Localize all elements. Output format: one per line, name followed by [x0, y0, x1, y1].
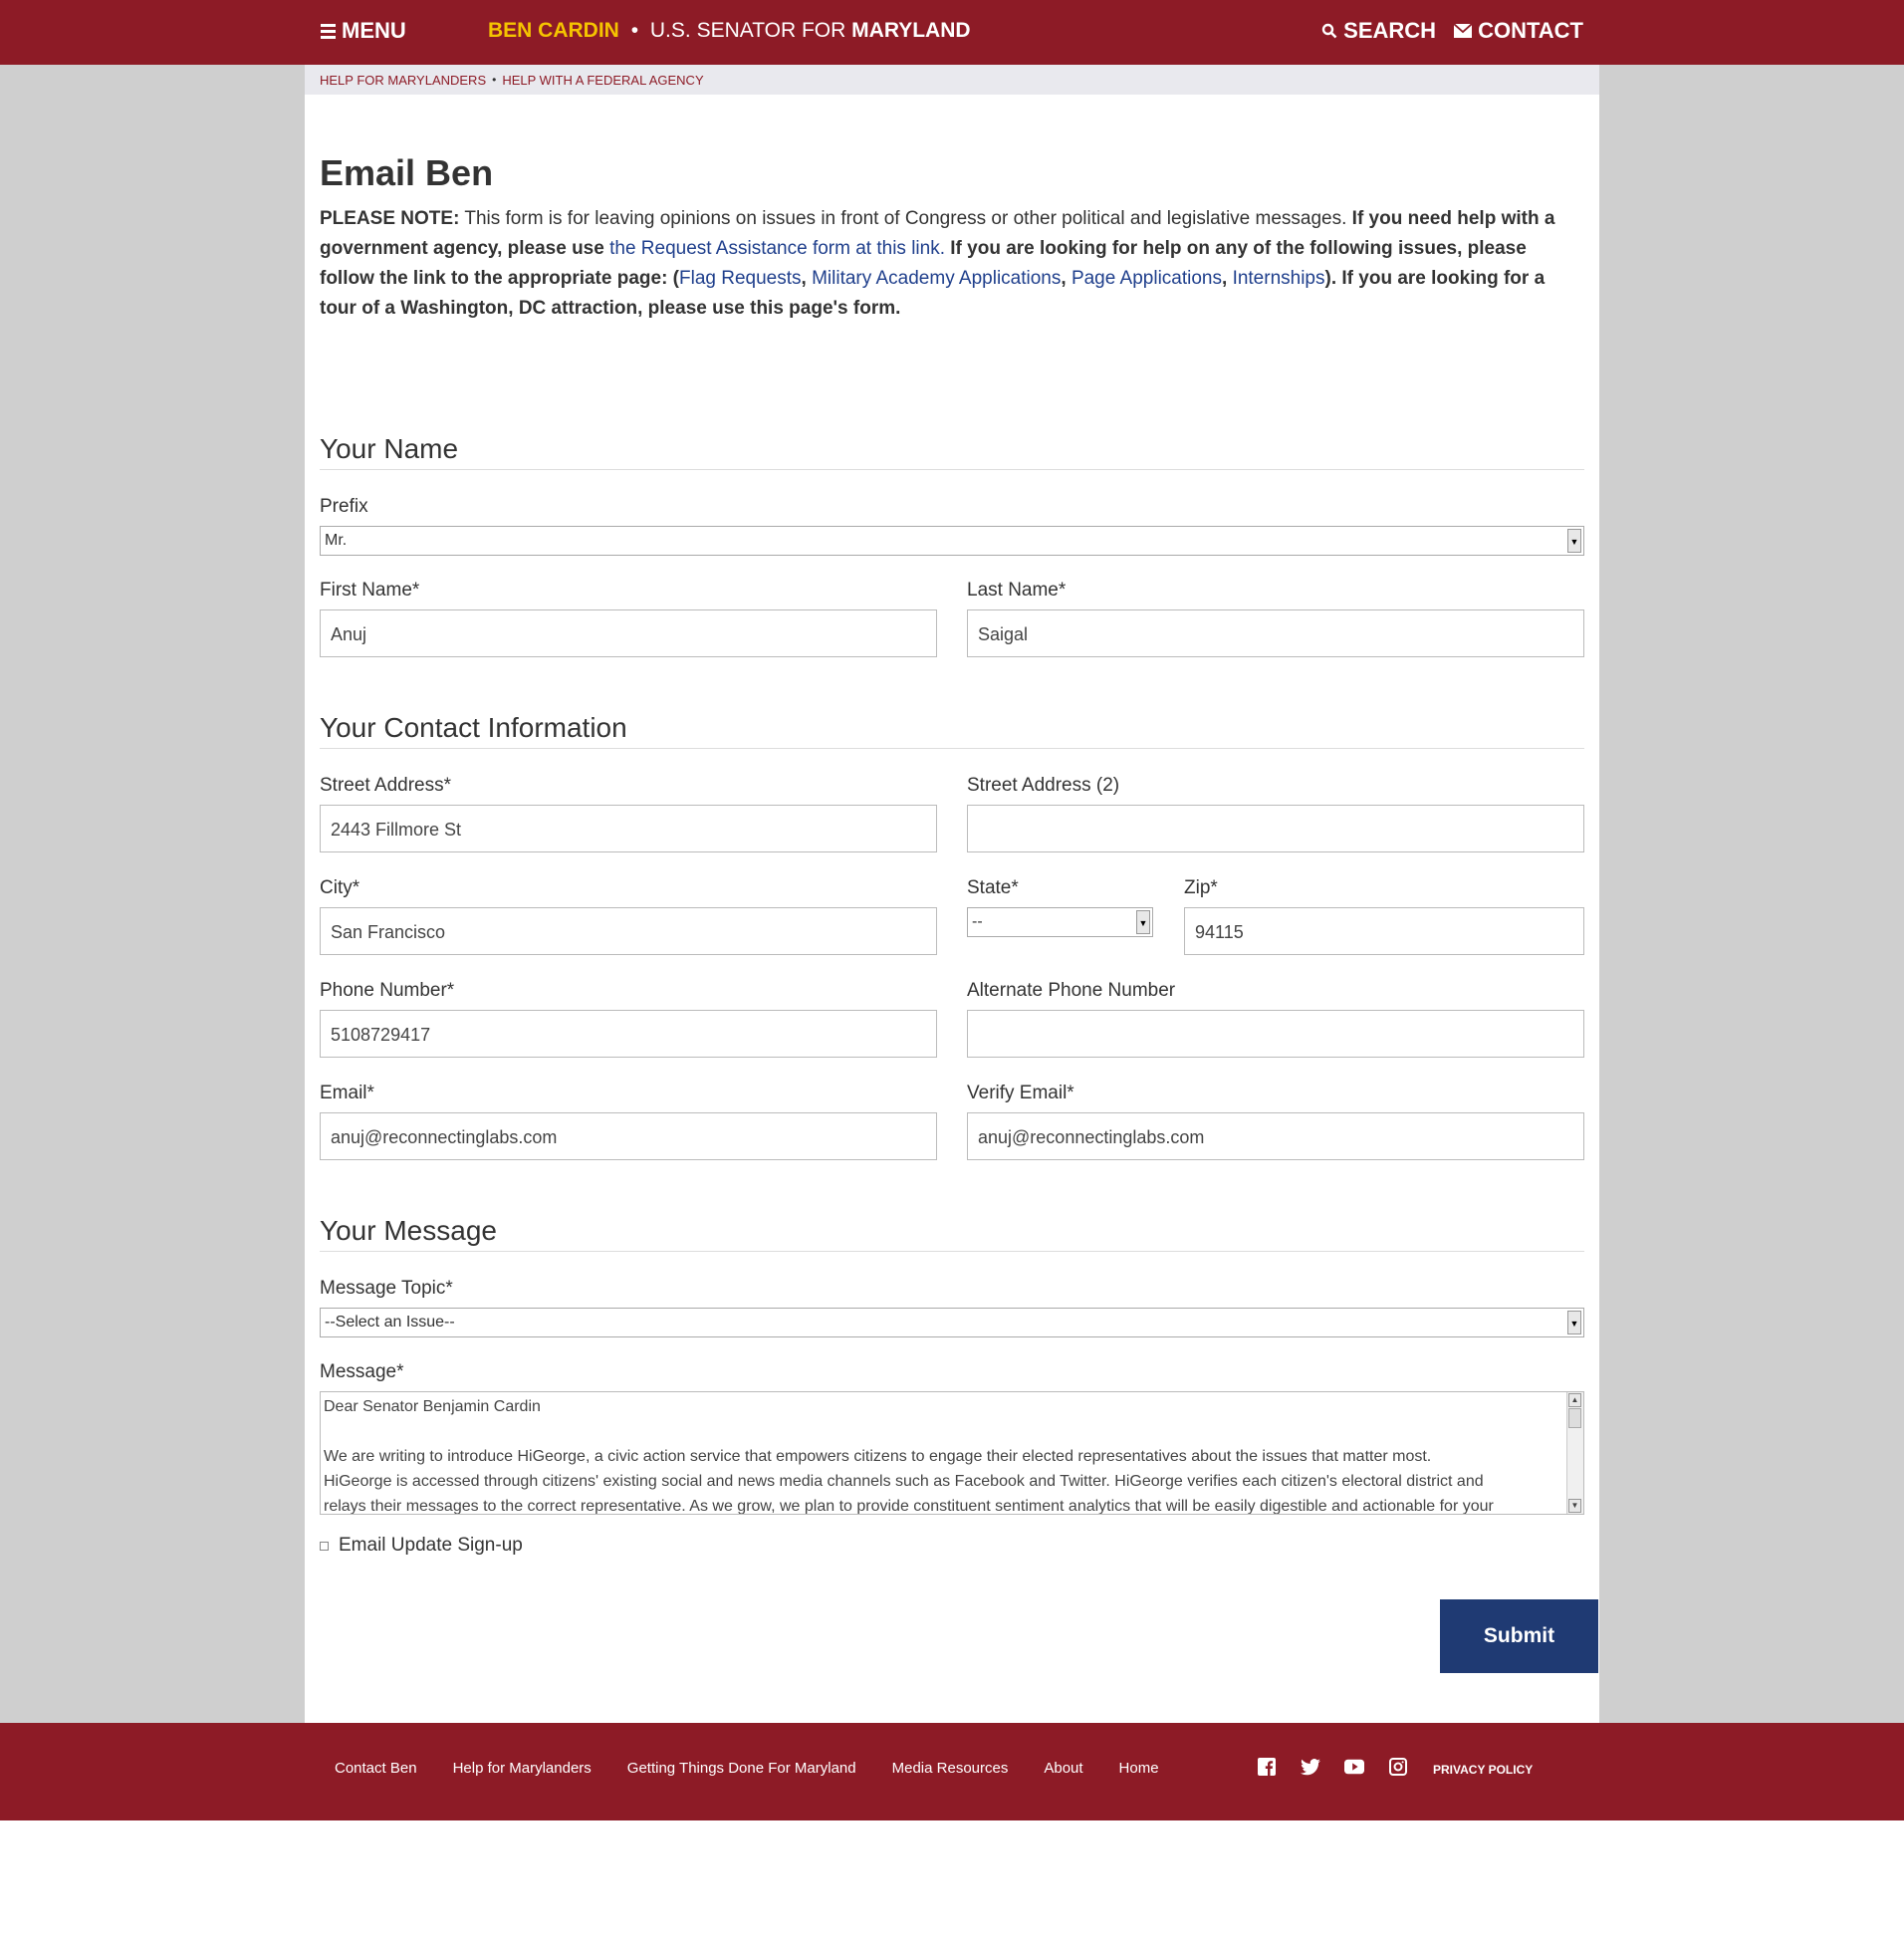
message-label: Message* — [320, 1361, 404, 1382]
contact-button[interactable]: CONTACT — [1454, 18, 1583, 44]
email-field[interactable]: anuj@reconnectinglabs.com — [320, 1112, 937, 1160]
footer-link-contact-ben[interactable]: Contact Ben — [335, 1760, 417, 1777]
footer-link-home[interactable]: Home — [1119, 1760, 1159, 1777]
military-academy-link[interactable]: Military Academy Applications — [812, 268, 1061, 289]
topic-select[interactable]: --Select an Issue-- ▼ — [320, 1308, 1584, 1337]
prefix-label: Prefix — [320, 496, 368, 517]
footer-links: Contact Ben Help for Marylanders Getting… — [335, 1760, 1159, 1777]
footer-link-help[interactable]: Help for Marylanders — [453, 1760, 592, 1777]
state-value: -- — [972, 913, 983, 930]
state-label: State* — [967, 877, 1019, 898]
city-label: City* — [320, 877, 360, 898]
message-textarea[interactable]: Dear Senator Benjamin Cardin We are writ… — [320, 1391, 1584, 1515]
twitter-icon[interactable] — [1301, 1757, 1320, 1777]
page-title: Email Ben — [320, 152, 494, 193]
chevron-down-icon: ▼ — [1136, 910, 1150, 934]
scroll-up-icon[interactable]: ▲ — [1568, 1393, 1581, 1407]
breadcrumb-separator: • — [492, 73, 497, 87]
breadcrumb-item-help-for-marylanders[interactable]: HELP FOR MARYLANDERS — [320, 73, 486, 88]
verify-email-label: Verify Email* — [967, 1083, 1074, 1103]
topic-label: Message Topic* — [320, 1278, 453, 1299]
email-label: Email* — [320, 1083, 374, 1103]
facebook-icon[interactable] — [1257, 1757, 1277, 1777]
first-name-field[interactable]: Anuj — [320, 609, 937, 657]
message-line: Dear Senator Benjamin Cardin — [324, 1398, 541, 1415]
search-label: SEARCH — [1343, 18, 1437, 43]
request-assistance-link[interactable]: the Request Assistance form at this link… — [609, 238, 945, 259]
menu-label: MENU — [342, 18, 406, 43]
street2-field[interactable] — [967, 805, 1584, 852]
textarea-scrollbar[interactable]: ▲ ▼ — [1566, 1392, 1583, 1514]
privacy-policy-link[interactable]: PRIVACY POLICY — [1433, 1763, 1533, 1777]
email-signup-checkbox[interactable] — [320, 1541, 329, 1551]
alt-phone-field[interactable] — [967, 1010, 1584, 1058]
message-line: We are writing to introduce HiGeorge, a … — [324, 1448, 1432, 1465]
page-applications-link[interactable]: Page Applications — [1071, 268, 1222, 289]
section-title-your-name: Your Name — [320, 433, 1584, 470]
internships-link[interactable]: Internships — [1233, 268, 1325, 289]
site-header: MENU BEN CARDIN • U.S. SENATOR FOR MARYL… — [0, 0, 1904, 65]
main-container: HELP FOR MARYLANDERS • HELP WITH A FEDER… — [305, 65, 1599, 1723]
footer-link-about[interactable]: About — [1044, 1760, 1082, 1777]
last-name-field[interactable]: Saigal — [967, 609, 1584, 657]
footer-link-media[interactable]: Media Resources — [892, 1760, 1009, 1777]
submit-button[interactable]: Submit — [1440, 1599, 1598, 1673]
brand-state: MARYLAND — [851, 19, 971, 42]
chevron-down-icon: ▼ — [1567, 529, 1581, 553]
social-links — [1257, 1757, 1408, 1777]
section-title-contact: Your Contact Information — [320, 712, 1584, 749]
hamburger-icon — [321, 21, 336, 42]
prefix-value: Mr. — [325, 532, 348, 549]
envelope-icon — [1454, 24, 1473, 38]
email-signup-label: Email Update Sign-up — [339, 1535, 523, 1556]
first-name-label: First Name* — [320, 580, 420, 601]
site-brand[interactable]: BEN CARDIN • U.S. SENATOR FOR MARYLAND — [488, 19, 971, 43]
note-label: PLEASE NOTE: — [320, 208, 460, 229]
breadcrumb-item-federal-agency[interactable]: HELP WITH A FEDERAL AGENCY — [502, 73, 703, 88]
email-signup-row[interactable]: Email Update Sign-up — [320, 1535, 523, 1557]
message-line: HiGeorge is accessed through citizens' e… — [324, 1473, 1484, 1490]
footer-link-getting-things-done[interactable]: Getting Things Done For Maryland — [627, 1760, 856, 1777]
verify-email-field[interactable]: anuj@reconnectinglabs.com — [967, 1112, 1584, 1160]
street-label: Street Address* — [320, 775, 452, 796]
topic-value: --Select an Issue-- — [325, 1314, 455, 1331]
phone-label: Phone Number* — [320, 980, 455, 1001]
search-button[interactable]: SEARCH — [1321, 18, 1436, 44]
street2-label: Street Address (2) — [967, 775, 1120, 796]
site-footer: Contact Ben Help for Marylanders Getting… — [0, 1723, 1904, 1820]
breadcrumb: HELP FOR MARYLANDERS • HELP WITH A FEDER… — [305, 65, 1599, 95]
menu-button[interactable]: MENU — [321, 18, 406, 44]
state-select[interactable]: -- ▼ — [967, 907, 1153, 937]
alt-phone-label: Alternate Phone Number — [967, 980, 1176, 1001]
note-text: This form is for leaving opinions on iss… — [459, 208, 1352, 229]
brand-name: BEN CARDIN — [488, 19, 619, 42]
street-field[interactable]: 2443 Fillmore St — [320, 805, 937, 852]
last-name-label: Last Name* — [967, 580, 1067, 601]
youtube-icon[interactable] — [1344, 1757, 1364, 1777]
flag-requests-link[interactable]: Flag Requests — [679, 268, 802, 289]
section-title-message: Your Message — [320, 1215, 1584, 1252]
prefix-select[interactable]: Mr. ▼ — [320, 526, 1584, 556]
city-field[interactable]: San Francisco — [320, 907, 937, 955]
instagram-icon[interactable] — [1388, 1757, 1408, 1777]
search-icon — [1321, 23, 1337, 39]
brand-subtitle: U.S. SENATOR FOR — [649, 19, 846, 42]
scroll-thumb[interactable] — [1568, 1408, 1581, 1428]
message-line: relays their messages to the correct rep… — [324, 1498, 1494, 1515]
contact-label: CONTACT — [1478, 18, 1583, 43]
chevron-down-icon: ▼ — [1567, 1311, 1581, 1334]
zip-label: Zip* — [1184, 877, 1218, 898]
page-note: PLEASE NOTE: This form is for leaving op… — [320, 208, 1555, 319]
scroll-down-icon[interactable]: ▼ — [1568, 1499, 1581, 1513]
phone-field[interactable]: 5108729417 — [320, 1010, 937, 1058]
brand-separator: • — [630, 19, 639, 42]
zip-field[interactable]: 94115 — [1184, 907, 1584, 955]
